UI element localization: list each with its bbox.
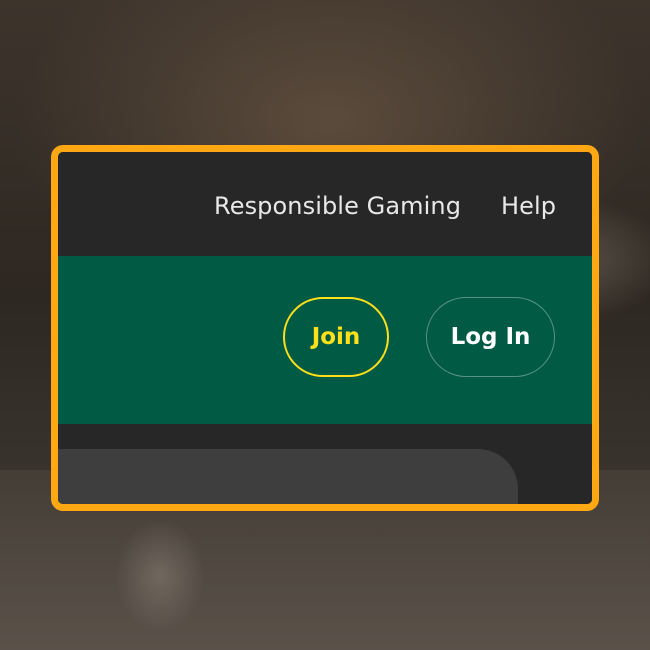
background-player	[95, 500, 225, 650]
content-area	[58, 424, 592, 504]
top-utility-bar: Responsible Gaming Help	[58, 152, 592, 256]
responsible-gaming-link[interactable]: Responsible Gaming	[214, 192, 461, 220]
help-link[interactable]: Help	[501, 192, 556, 220]
highlight-frame: Responsible Gaming Help Join Log In	[51, 145, 599, 511]
join-button[interactable]: Join	[283, 297, 389, 377]
main-header-bar: Join Log In	[58, 256, 592, 424]
login-button[interactable]: Log In	[426, 297, 555, 377]
content-panel	[58, 449, 518, 504]
